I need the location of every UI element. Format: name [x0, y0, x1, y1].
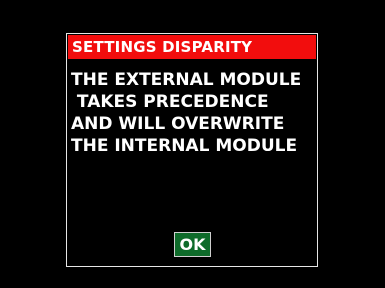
- screen: SETTINGS DISPARITY THE EXTERNAL MODULE T…: [0, 0, 385, 288]
- message-line: THE INTERNAL MODULE: [71, 136, 298, 156]
- dialog-message: THE EXTERNAL MODULE TAKES PRECEDENCE AND…: [71, 69, 315, 157]
- ok-button[interactable]: OK: [174, 232, 211, 257]
- dialog-title: SETTINGS DISPARITY: [68, 35, 316, 59]
- message-line: AND WILL OVERWRITE: [71, 114, 285, 134]
- message-line: THE EXTERNAL MODULE: [71, 70, 302, 90]
- message-line: TAKES PRECEDENCE: [71, 92, 269, 112]
- settings-disparity-dialog: SETTINGS DISPARITY THE EXTERNAL MODULE T…: [66, 33, 318, 267]
